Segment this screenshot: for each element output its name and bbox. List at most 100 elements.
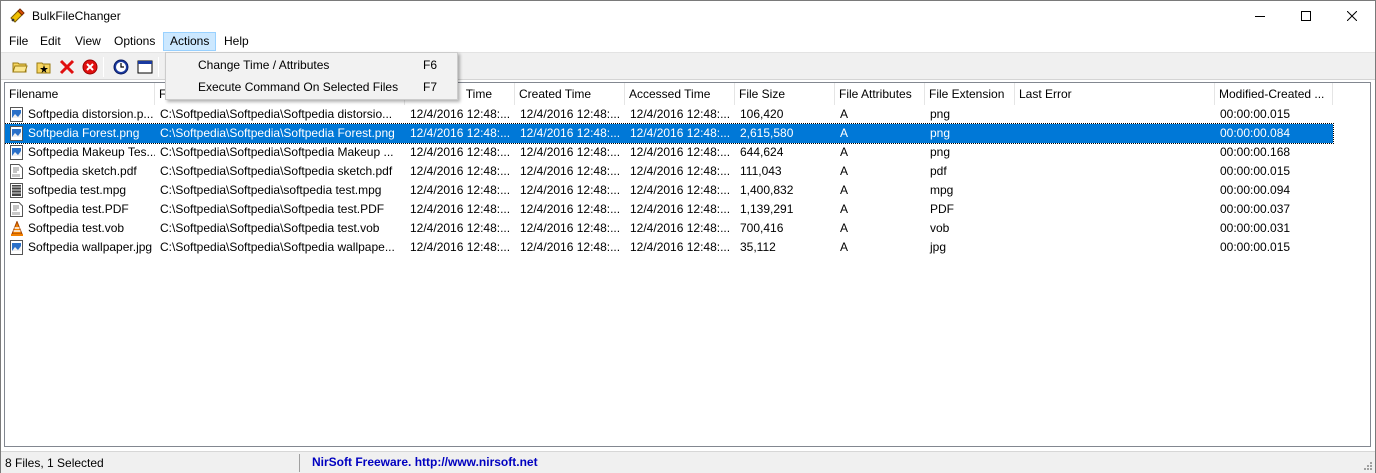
cell-ext: vob (930, 221, 950, 235)
cell-created: 12/4/2016 12:48:... (520, 126, 621, 140)
table-row[interactable]: Softpedia distorsion.p... C:\Softpedia\So… (5, 105, 1333, 124)
cell-size: 2,615,580 (740, 126, 794, 140)
cell-accessed: 12/4/2016 12:48:... (630, 202, 731, 216)
cell-diff: 00:00:00.015 (1220, 107, 1291, 121)
table-row[interactable]: Softpedia wallpaper.jpg C:\Softpedia\Soft… (5, 238, 1333, 257)
cell-filename: Softpedia Forest.png (28, 126, 140, 140)
menu-help[interactable]: Help (218, 32, 255, 51)
delete-button[interactable] (57, 57, 77, 77)
cell-attr: A (840, 126, 849, 140)
cell-accessed: 12/4/2016 12:48:... (630, 183, 731, 197)
menu-edit[interactable]: Edit (34, 32, 67, 51)
cell-error (1017, 238, 1215, 257)
cell-created: 12/4/2016 12:48:... (520, 240, 621, 254)
menu-view[interactable]: View (69, 32, 107, 51)
video-file-icon (10, 183, 24, 198)
close-button[interactable] (1329, 1, 1375, 31)
cell-ext: png (930, 107, 951, 121)
menu-item-label: Execute Command On Selected Files (198, 80, 399, 94)
table-row[interactable]: Softpedia test.vob C:\Softpedia\Softpedia… (5, 219, 1333, 238)
menu-item-shortcut: F6 (422, 58, 437, 72)
image-file-icon (10, 107, 24, 122)
cell-path: C:\Softpedia\Softpedia\Softpedia distors… (160, 107, 393, 121)
delete-icon (59, 59, 75, 75)
menu-item-change-time[interactable]: Change Time / Attributes F6 (168, 54, 455, 76)
cell-accessed: 12/4/2016 12:48:... (630, 126, 731, 140)
image-file-icon (10, 126, 24, 141)
file-list[interactable]: Filename F Time Created Time Accessed Ti… (4, 82, 1371, 447)
change-time-button[interactable] (111, 57, 131, 77)
column-header-last-error[interactable]: Last Error (1015, 83, 1215, 105)
remove-all-button[interactable] (80, 57, 100, 77)
cell-ext: png (930, 145, 951, 159)
menu-options[interactable]: Options (108, 32, 161, 51)
image-file-icon (10, 240, 24, 255)
open-folder-icon (12, 62, 28, 73)
table-row[interactable]: Softpedia Forest.png C:\Softpedia\Softped… (5, 123, 1334, 144)
table-row[interactable]: Softpedia test.PDF C:\Softpedia\Softpedia… (5, 200, 1333, 219)
pdf-file-icon (10, 164, 24, 179)
cell-size: 35,112 (740, 240, 776, 254)
table-row[interactable]: Softpedia sketch.pdf C:\Softpedia\Softped… (5, 162, 1333, 181)
column-header-accessed-time[interactable]: Accessed Time (625, 83, 735, 105)
window-icon (137, 60, 153, 74)
cell-created: 12/4/2016 12:48:... (520, 145, 621, 159)
column-header-modified-created[interactable]: Modified-Created ... (1215, 83, 1333, 105)
cell-accessed: 12/4/2016 12:48:... (630, 240, 731, 254)
column-header-filename[interactable]: Filename (5, 83, 155, 105)
cell-size: 1,400,832 (740, 183, 794, 197)
cell-attr: A (840, 107, 849, 121)
add-files-icon (36, 62, 51, 74)
cell-ext: pdf (930, 164, 947, 178)
cell-modified: 12/4/2016 12:48:... (410, 107, 511, 121)
minimize-button[interactable] (1237, 1, 1283, 31)
column-header-file-extension[interactable]: File Extension (925, 83, 1015, 105)
image-file-icon (10, 145, 24, 160)
cell-filename: Softpedia test.PDF (28, 202, 129, 216)
status-file-count: 8 Files, 1 Selected (5, 456, 104, 470)
cell-ext: png (930, 126, 951, 140)
cell-diff: 00:00:00.015 (1220, 240, 1291, 254)
properties-button[interactable] (135, 57, 155, 77)
remove-all-icon (82, 59, 98, 75)
cell-error (1017, 181, 1215, 200)
cell-error (1017, 219, 1215, 238)
column-header-file-attributes[interactable]: File Attributes (835, 83, 925, 105)
column-header-file-size[interactable]: File Size (735, 83, 835, 105)
resize-grip-icon[interactable] (1361, 459, 1373, 471)
cell-size: 644,624 (740, 145, 784, 159)
cell-created: 12/4/2016 12:48:... (520, 221, 621, 235)
table-row[interactable]: softpedia test.mpg C:\Softpedia\Softpedia… (5, 181, 1333, 200)
vlc-cone-icon (10, 220, 24, 236)
cell-filename: Softpedia sketch.pdf (28, 164, 137, 178)
cell-error (1017, 105, 1215, 124)
cell-diff: 00:00:00.094 (1220, 183, 1291, 197)
table-row[interactable]: Softpedia Makeup Tes... C:\Softpedia\Soft… (5, 143, 1333, 162)
cell-path: C:\Softpedia\Softpedia\Softpedia Makeup … (160, 145, 394, 159)
minimize-icon (1255, 16, 1265, 17)
cell-error (1017, 124, 1215, 143)
add-files-button[interactable] (34, 57, 54, 77)
nirsoft-link[interactable]: NirSoft Freeware. http://www.nirsoft.net (312, 455, 538, 469)
cell-created: 12/4/2016 12:48:... (520, 183, 621, 197)
cell-ext: PDF (930, 202, 954, 216)
cell-size: 1,139,291 (740, 202, 794, 216)
menu-item-execute-command[interactable]: Execute Command On Selected Files F7 (168, 76, 455, 98)
cell-path: C:\Softpedia\Softpedia\Softpedia wallpap… (160, 240, 395, 254)
close-icon (1347, 11, 1357, 21)
cell-created: 12/4/2016 12:48:... (520, 202, 621, 216)
maximize-button[interactable] (1283, 1, 1329, 31)
clock-icon (113, 59, 129, 75)
menu-item-shortcut: F7 (422, 80, 437, 94)
menu-file[interactable]: File (3, 32, 34, 51)
cell-diff: 00:00:00.037 (1220, 202, 1291, 216)
cell-attr: A (840, 164, 849, 178)
title-bar[interactable]: BulkFileChanger (1, 1, 1375, 31)
cell-path: C:\Softpedia\Softpedia\Softpedia test.PD… (160, 202, 385, 216)
cell-modified: 12/4/2016 12:48:... (410, 126, 511, 140)
open-button[interactable] (10, 57, 30, 77)
menu-actions[interactable]: Actions (163, 32, 217, 51)
cell-path: C:\Softpedia\Softpedia\softpedia test.mp… (160, 183, 382, 197)
cell-modified: 12/4/2016 12:48:... (410, 202, 511, 216)
column-header-created-time[interactable]: Created Time (515, 83, 625, 105)
